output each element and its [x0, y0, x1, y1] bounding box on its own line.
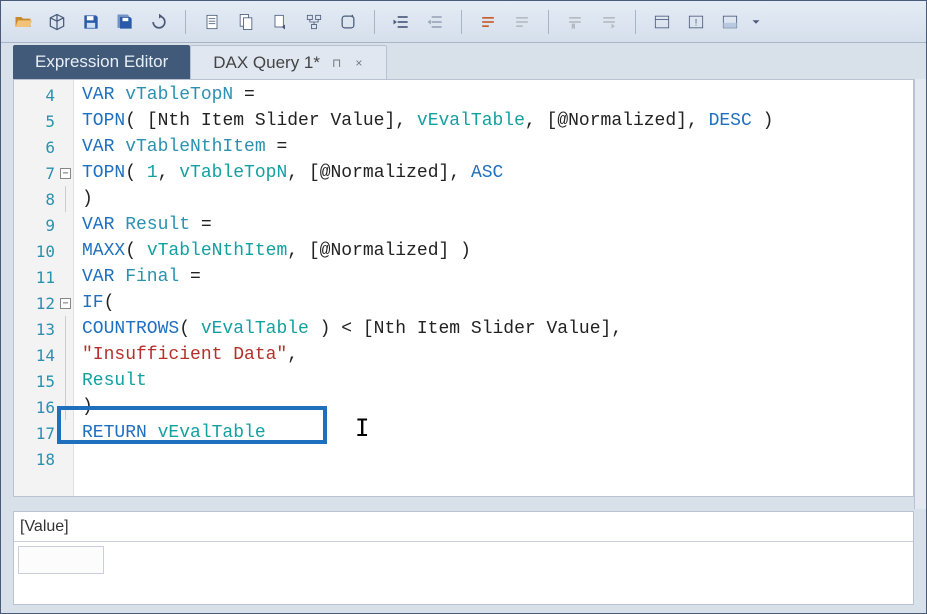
- line-number: 8: [45, 190, 55, 209]
- fold-toggle[interactable]: −: [60, 168, 71, 179]
- indent-icon[interactable]: [385, 8, 417, 36]
- cube-icon[interactable]: [41, 8, 73, 36]
- close-icon[interactable]: ×: [353, 56, 364, 70]
- page-copy-icon[interactable]: [230, 8, 262, 36]
- tab-expression-editor[interactable]: Expression Editor: [13, 45, 190, 79]
- bookmark-icon[interactable]: [559, 8, 591, 36]
- loop-icon[interactable]: [332, 8, 364, 36]
- bookmark-next-icon[interactable]: [593, 8, 625, 36]
- page-move-icon[interactable]: [264, 8, 296, 36]
- line-number: 14: [36, 346, 55, 365]
- page-icon[interactable]: [196, 8, 228, 36]
- tab-dax-query[interactable]: DAX Query 1* ⊓ ×: [190, 45, 387, 79]
- comment-icon[interactable]: [472, 8, 504, 36]
- results-column-header[interactable]: [Value]: [14, 512, 913, 542]
- line-number: 15: [36, 372, 55, 391]
- tab-strip: Expression Editor DAX Query 1* ⊓ ×: [1, 43, 926, 79]
- pin-icon[interactable]: ⊓: [330, 56, 343, 70]
- line-number: 5: [45, 112, 55, 131]
- tree-icon[interactable]: [298, 8, 330, 36]
- line-gutter: 4 5 6 7− 8 9 10 11 12− 13 14 15 16 17 18: [14, 80, 74, 496]
- panel-icon[interactable]: [714, 8, 746, 36]
- code-editor[interactable]: 4 5 6 7− 8 9 10 11 12− 13 14 15 16 17 18…: [13, 79, 914, 497]
- line-number: 13: [36, 320, 55, 339]
- line-number: 12: [36, 294, 55, 313]
- save-icon[interactable]: [75, 8, 107, 36]
- line-number: 17: [36, 424, 55, 443]
- window-icon[interactable]: [646, 8, 678, 36]
- dropdown-icon[interactable]: [748, 8, 764, 36]
- line-number: 10: [36, 242, 55, 261]
- line-number: 4: [45, 86, 55, 105]
- svg-text:!: !: [695, 17, 698, 27]
- uncomment-icon[interactable]: [506, 8, 538, 36]
- refresh-icon[interactable]: [143, 8, 175, 36]
- results-panel: [Value]: [13, 511, 914, 605]
- outdent-icon[interactable]: [419, 8, 451, 36]
- open-icon[interactable]: [7, 8, 39, 36]
- line-number: 6: [45, 138, 55, 157]
- line-number: 16: [36, 398, 55, 417]
- tab-label: DAX Query 1*: [213, 53, 320, 73]
- tab-label: Expression Editor: [35, 52, 168, 72]
- line-number: 11: [36, 268, 55, 287]
- results-cell[interactable]: [18, 546, 104, 574]
- fold-toggle[interactable]: −: [60, 298, 71, 309]
- save-all-icon[interactable]: [109, 8, 141, 36]
- line-number: 9: [45, 216, 55, 235]
- code-area[interactable]: VAR vTableTopN = TOPN( [Nth Item Slider …: [74, 80, 913, 496]
- vertical-scrollbar[interactable]: [914, 79, 926, 509]
- line-number: 18: [36, 450, 55, 469]
- line-number: 7: [45, 164, 55, 183]
- info-icon[interactable]: !: [680, 8, 712, 36]
- main-toolbar: !: [1, 1, 926, 43]
